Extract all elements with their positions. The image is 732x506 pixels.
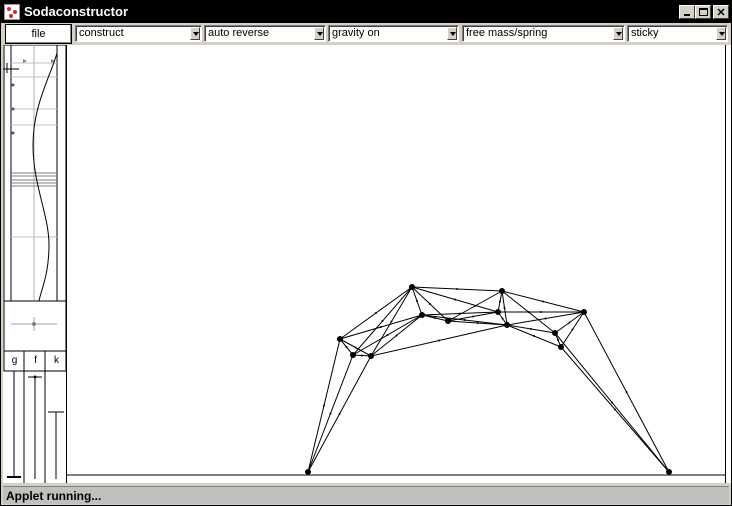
spring-midpoint xyxy=(454,298,456,301)
amplitude-slider[interactable] xyxy=(3,300,67,352)
spring-midpoint xyxy=(438,339,440,342)
canvas-right-border xyxy=(725,45,731,483)
spring-midpoint xyxy=(503,307,506,309)
mass-spring-select-arrow[interactable] xyxy=(613,27,623,40)
control-panel: g f k xyxy=(3,45,67,483)
spring-midpoint xyxy=(501,317,504,320)
control-panel-graphics xyxy=(3,45,67,483)
mode-select[interactable]: construct xyxy=(75,25,202,42)
spring-midpoint xyxy=(614,408,616,411)
spring-midpoint xyxy=(395,334,398,337)
chevron-down-icon xyxy=(719,32,725,36)
file-button[interactable]: file xyxy=(5,24,72,44)
spring-midpoint xyxy=(338,413,341,415)
soda-model[interactable] xyxy=(67,45,725,483)
applet-window: Sodaconstructor file construct auto reve… xyxy=(0,0,732,506)
mass[interactable] xyxy=(337,336,343,342)
spring-midpoint xyxy=(625,391,628,393)
spring-constant-slider[interactable] xyxy=(48,411,64,479)
friction-slider-label: f xyxy=(34,355,37,366)
spring-midpoint xyxy=(533,335,535,337)
close-button[interactable] xyxy=(713,5,729,19)
spring-midpoint xyxy=(375,312,377,314)
spring-midpoint xyxy=(463,319,466,321)
reverse-select-arrow[interactable] xyxy=(314,27,324,40)
toolbar: file construct auto reverse gravity on f… xyxy=(1,23,731,45)
chevron-down-icon xyxy=(616,32,622,36)
surface-select-value: sticky xyxy=(631,27,659,39)
chevron-down-icon xyxy=(450,32,456,36)
spring-midpoint xyxy=(329,412,332,415)
spring-midpoint xyxy=(354,346,357,349)
spring-midpoint xyxy=(429,303,431,305)
spring-midpoint xyxy=(459,312,461,315)
spring-midpoint xyxy=(380,326,382,328)
status-bar: Applet running... xyxy=(3,486,729,504)
spring-midpoint xyxy=(540,311,542,313)
spring-midpoint xyxy=(557,339,559,341)
mass-spring-select[interactable]: free mass/spring xyxy=(462,25,625,42)
mass[interactable] xyxy=(350,352,356,358)
spring-midpoint xyxy=(456,288,458,290)
mass[interactable] xyxy=(419,312,425,318)
mass[interactable] xyxy=(666,469,672,475)
surface-select[interactable]: sticky xyxy=(627,25,728,42)
spring-midpoint xyxy=(568,321,571,324)
mass[interactable] xyxy=(445,318,451,324)
close-icon xyxy=(717,8,725,16)
spring-midpoint xyxy=(544,317,547,320)
spring-midpoint xyxy=(571,328,574,331)
spring-midpoint xyxy=(361,354,363,357)
spring-midpoint xyxy=(530,328,532,330)
wave-display[interactable] xyxy=(3,45,67,302)
reverse-select-value: auto reverse xyxy=(208,27,270,39)
spring-midpoint xyxy=(386,334,389,336)
spring-constant-slider-label: k xyxy=(54,355,59,366)
mass[interactable] xyxy=(305,469,311,475)
spring-midpoint xyxy=(381,320,384,322)
mass[interactable] xyxy=(495,309,501,315)
minimize-icon xyxy=(684,14,690,16)
gravity-slider-label: g xyxy=(11,355,18,366)
reverse-select[interactable]: auto reverse xyxy=(204,25,326,42)
sodaconstructor-app-icon xyxy=(4,4,20,20)
mass[interactable] xyxy=(581,309,587,315)
gravity-slider[interactable] xyxy=(7,371,21,478)
maximize-icon xyxy=(699,8,708,16)
spring-midpoint xyxy=(499,300,501,303)
mass[interactable] xyxy=(558,344,564,350)
mass[interactable] xyxy=(409,284,415,290)
mass[interactable] xyxy=(499,288,505,294)
mode-select-value: construct xyxy=(79,27,124,39)
spring-midpoint xyxy=(611,401,613,404)
surface-select-arrow[interactable] xyxy=(716,27,726,40)
friction-slider[interactable] xyxy=(28,375,42,480)
minimize-button[interactable] xyxy=(679,5,695,19)
mode-select-arrow[interactable] xyxy=(190,27,200,40)
spring-midpoint xyxy=(390,320,393,323)
status-text: Applet running... xyxy=(6,489,102,503)
mass[interactable] xyxy=(368,353,374,359)
simulation-canvas[interactable] xyxy=(67,45,725,483)
window-title: Sodaconstructor xyxy=(24,4,129,19)
chevron-down-icon xyxy=(193,32,199,36)
gravity-select-value: gravity on xyxy=(332,27,380,39)
mass-spring-select-value: free mass/spring xyxy=(466,27,548,39)
maximize-button[interactable] xyxy=(695,5,711,19)
chevron-down-icon xyxy=(317,32,323,36)
title-bar[interactable]: Sodaconstructor xyxy=(1,1,731,23)
spring-midpoint xyxy=(323,404,325,407)
mass[interactable] xyxy=(504,322,510,328)
spring-midpoint xyxy=(416,300,418,302)
mass[interactable] xyxy=(552,330,558,336)
spring-midpoint xyxy=(434,317,436,319)
springs-group xyxy=(307,286,670,473)
spring-midpoint xyxy=(476,322,479,324)
spring-midpoint xyxy=(345,346,348,348)
spring-midpoint xyxy=(542,300,544,303)
spring-midpoint xyxy=(472,315,474,318)
gravity-select-arrow[interactable] xyxy=(447,27,457,40)
gravity-select[interactable]: gravity on xyxy=(328,25,459,42)
